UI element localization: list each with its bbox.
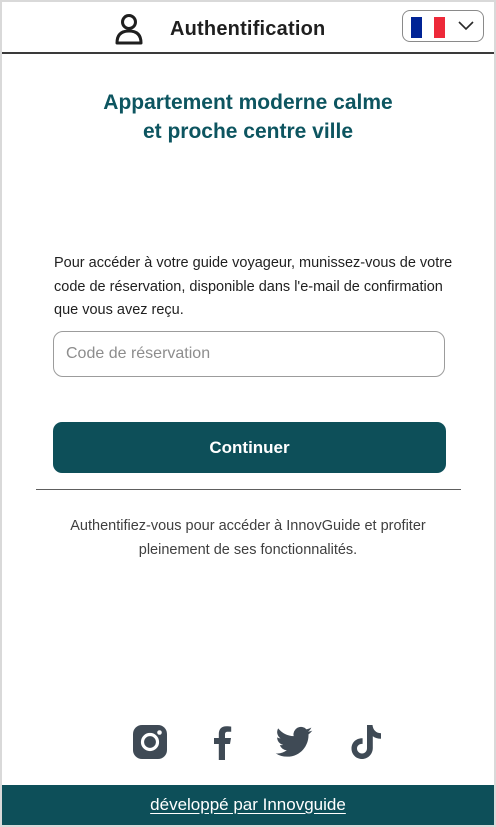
twitter-icon[interactable]	[274, 722, 314, 762]
flag-stripe-blue	[411, 17, 423, 38]
innovguide-link[interactable]: développé par Innovguide	[150, 795, 346, 815]
footer: développé par Innovguide	[2, 785, 494, 825]
tiktok-icon[interactable]	[347, 722, 387, 762]
auth-info-text: Authentifiez-vous pour accéder à InnovGu…	[70, 518, 426, 558]
intro-text: Pour accéder à votre guide voyageur, mun…	[54, 255, 453, 318]
chevron-down-icon	[458, 21, 474, 31]
user-icon	[115, 14, 143, 45]
instagram-icon[interactable]	[130, 722, 170, 762]
property-title: Appartement moderne calme et proche cent…	[2, 88, 494, 146]
app-frame: Authentification Appartement moderne cal…	[2, 2, 494, 825]
france-flag-icon	[411, 17, 445, 38]
continue-button[interactable]: Continuer	[53, 422, 446, 473]
flag-stripe-white	[422, 17, 434, 38]
page-title: Authentification	[170, 18, 326, 40]
facebook-icon[interactable]	[202, 722, 242, 762]
language-selector[interactable]	[402, 10, 484, 42]
flag-stripe-red	[433, 17, 445, 38]
header: Authentification	[2, 2, 494, 54]
divider	[36, 489, 461, 490]
property-title-line-1: Appartement moderne calme	[103, 91, 393, 114]
property-title-line-2: et proche centre ville	[142, 120, 354, 143]
reservation-code-input[interactable]	[53, 331, 445, 377]
